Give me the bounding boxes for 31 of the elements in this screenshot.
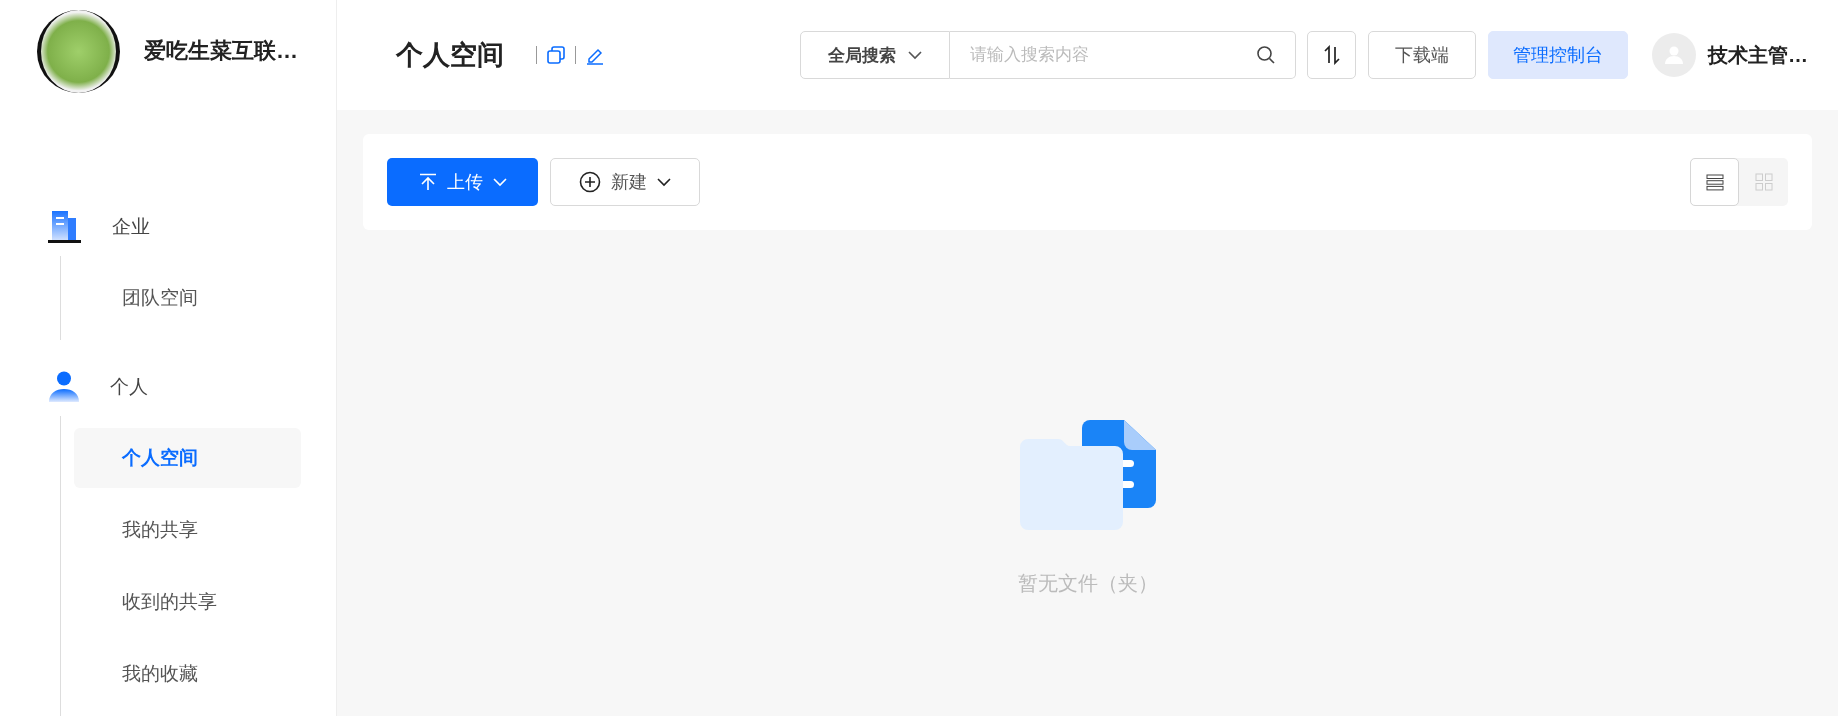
plus-circle-icon <box>579 171 601 193</box>
admin-console-button[interactable]: 管理控制台 <box>1488 31 1628 79</box>
sort-button[interactable] <box>1307 31 1356 79</box>
search-scope-dropdown[interactable]: 全局搜索 <box>800 31 950 79</box>
upload-button[interactable]: 上传 <box>387 158 538 206</box>
sidebar-group-label: 企业 <box>112 215 150 239</box>
sidebar-group-label: 个人 <box>110 375 148 399</box>
organization-name: 爱吃生菜互联… <box>144 37 298 65</box>
new-button[interactable]: 新建 <box>550 158 700 206</box>
empty-state-message: 暂无文件（夹） <box>1017 571 1158 596</box>
sidebar-item[interactable]: 收到的共享 <box>74 572 301 632</box>
download-client-button[interactable]: 下载端 <box>1368 31 1476 79</box>
upload-icon <box>418 173 437 191</box>
grid-view-icon <box>1754 173 1773 191</box>
copy-icon[interactable] <box>547 46 565 64</box>
chevron-down-icon <box>908 50 922 60</box>
sidebar-item[interactable]: 团队空间 <box>74 268 301 328</box>
sidebar-item[interactable]: 我的收藏 <box>74 644 301 704</box>
person-icon <box>48 371 80 403</box>
sidebar-item[interactable]: 个人空间 <box>74 428 301 488</box>
chevron-down-icon <box>657 177 671 187</box>
building-icon <box>48 210 82 244</box>
user-name[interactable]: 技术主管… <box>1708 41 1808 69</box>
list-view-icon <box>1705 173 1724 191</box>
empty-folder-icon <box>1019 420 1156 530</box>
sidebar-item[interactable]: 我的共享 <box>74 500 301 560</box>
view-toggle-button[interactable] <box>1690 158 1739 206</box>
search-field[interactable]: 请输入搜索内容 <box>950 31 1296 79</box>
chevron-down-icon <box>492 177 507 187</box>
search-icon <box>1256 45 1276 65</box>
page-title: 个人空间 <box>396 39 504 72</box>
